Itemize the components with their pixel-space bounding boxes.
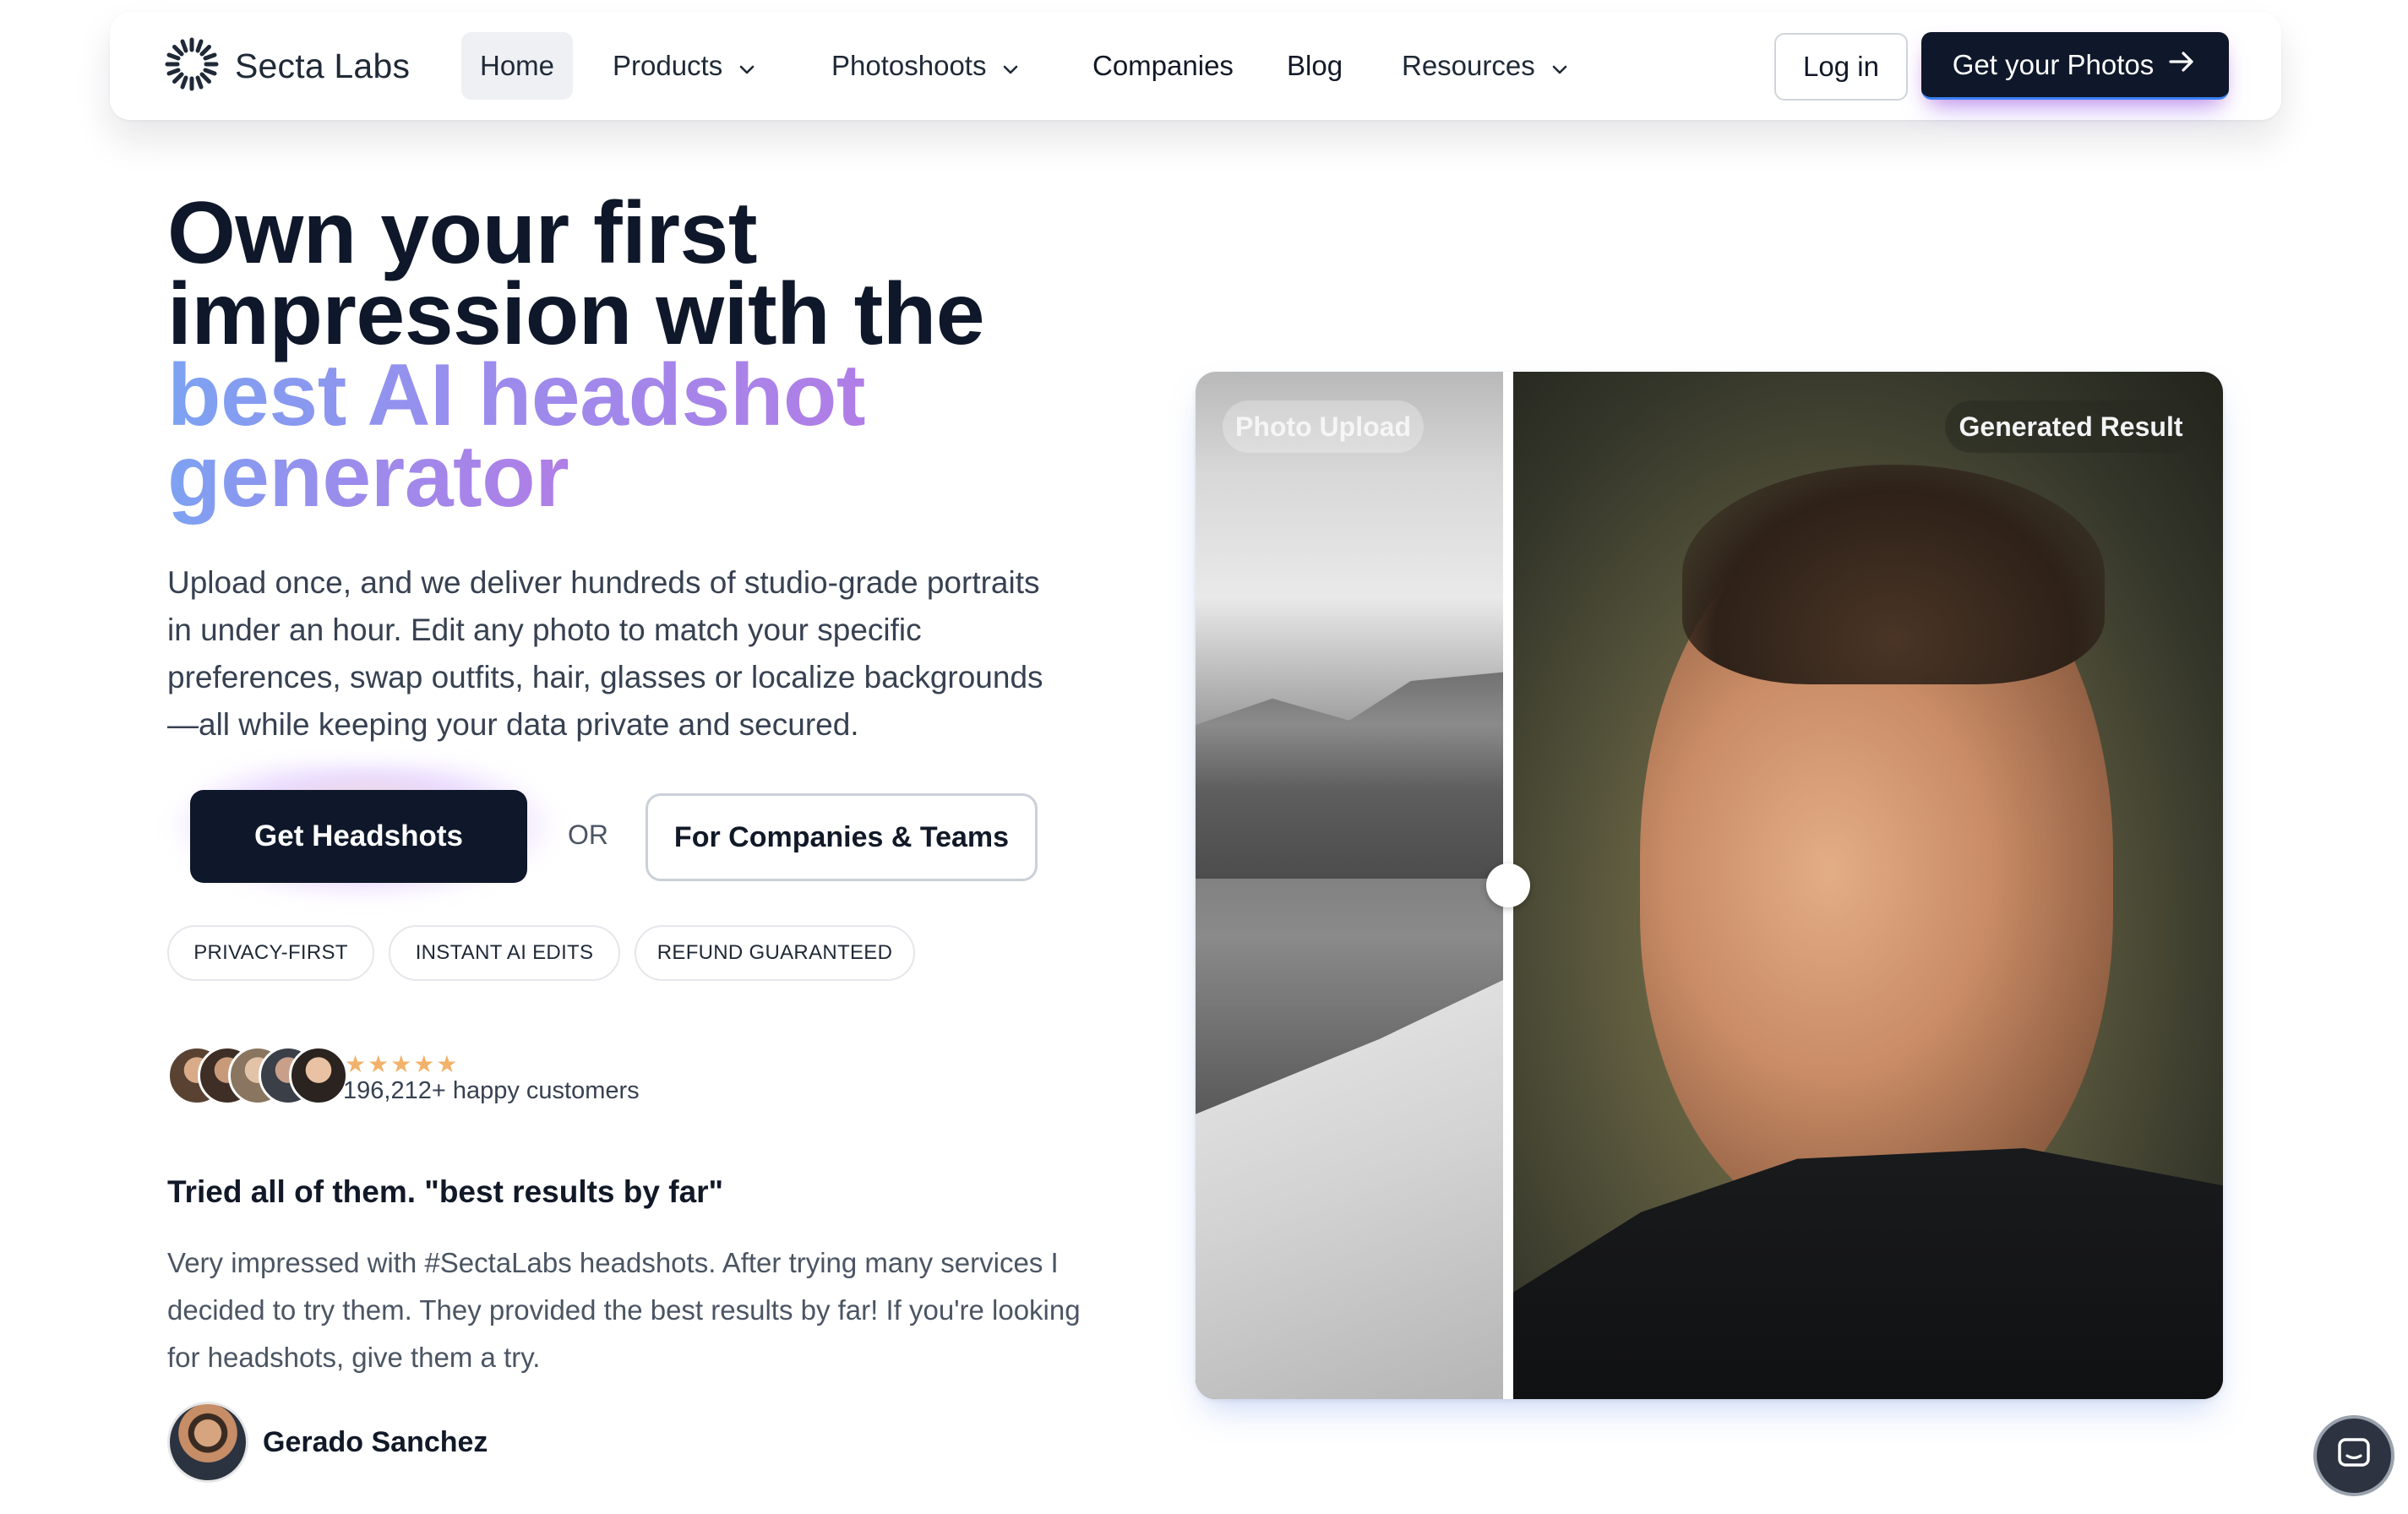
sunburst-logo-icon [162,35,221,98]
comparison-slider-handle[interactable] [1486,863,1530,907]
brand-name: Secta Labs [235,46,411,85]
badge-refund-guaranteed: REFUND GUARANTEED [635,925,915,981]
testimonial-author: Gerado Sanchez [263,1426,488,1458]
upload-photo-shirt [1196,980,1503,1399]
hero-subtitle: Upload once, and we deliver hundreds of … [167,565,1043,742]
nav-products-label: Products [613,50,723,81]
brand-logo[interactable]: Secta Labs [162,35,410,96]
author-avatar [167,1402,248,1483]
upload-photo-pane [1196,372,1503,1399]
nav-photoshoots[interactable]: Photoshoots [813,32,1040,100]
nav-resources-label: Resources [1402,50,1535,81]
get-photos-button[interactable]: Get your Photos [1921,32,2229,100]
get-photos-label: Get your Photos [1952,48,2155,80]
generated-result-label: Generated Result [1945,400,2197,453]
chat-icon [2333,1433,2375,1479]
before-after-comparison[interactable]: Photo Upload Generated Result [1196,372,2223,1399]
chevron-down-icon [736,55,758,77]
or-separator: OR [568,820,608,850]
hero-title-highlight-2: generator [167,428,569,526]
badge-privacy-first: PRIVACY-FIRST [167,925,374,981]
happy-customers-count: 196,212+ happy customers [343,1077,640,1104]
nav-photoshoots-label: Photoshoots [831,50,987,81]
portrait-hair [1682,465,2105,684]
avatar [289,1046,348,1105]
chevron-down-icon [1549,55,1571,77]
hero-title: Own your first impression with the best … [167,189,1097,520]
nav-home[interactable]: Home [461,32,573,100]
portrait-turtleneck [1513,1147,2223,1399]
top-navbar: Secta Labs Home Products Photoshoots Com… [110,12,2281,120]
chat-launcher-button[interactable] [2313,1415,2394,1496]
testimonial-title: Tried all of them. "best results by far" [167,1174,724,1209]
chevron-down-icon [1000,55,1021,77]
generated-result-pane [1513,372,2223,1399]
badge-instant-ai-edits: INSTANT AI EDITS [389,925,620,981]
companies-teams-button[interactable]: For Companies & Teams [646,793,1038,881]
nav-resources[interactable]: Resources [1383,32,1589,100]
nav-products[interactable]: Products [594,32,776,100]
arrow-right-icon [2154,46,2198,84]
login-button[interactable]: Log in [1774,33,1908,101]
upload-photo-landscape [1196,672,1503,879]
nav-blog[interactable]: Blog [1268,32,1361,100]
nav-companies[interactable]: Companies [1074,32,1252,100]
get-headshots-button[interactable]: Get Headshots [190,790,527,883]
testimonial-body: Very impressed with #SectaLabs headshots… [167,1247,1081,1373]
rating-stars: ★★★★★ [345,1051,460,1077]
photo-upload-label: Photo Upload [1223,400,1424,453]
